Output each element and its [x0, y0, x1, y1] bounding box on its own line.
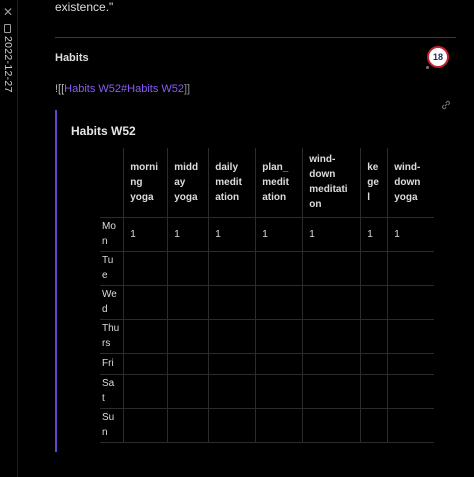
badge-count: 18	[432, 52, 443, 62]
table-cell[interactable]	[302, 250, 362, 286]
table-cell[interactable]: 1	[123, 216, 169, 252]
header-cell-empty	[100, 148, 125, 218]
table-cell[interactable]	[255, 407, 304, 443]
section-heading: Habits	[55, 52, 89, 64]
table-cell[interactable]	[360, 373, 389, 409]
divider	[55, 37, 456, 38]
table-cell[interactable]	[360, 352, 389, 375]
table-cell[interactable]	[167, 318, 210, 354]
notification-badge[interactable]: 18	[427, 46, 449, 68]
table-cell[interactable]	[208, 318, 257, 354]
table-cell[interactable]	[208, 250, 257, 286]
table-cell[interactable]	[360, 284, 389, 320]
table-cell[interactable]	[123, 284, 169, 320]
table-cell[interactable]	[167, 284, 210, 320]
table-cell[interactable]	[387, 352, 434, 375]
table-cell[interactable]	[255, 373, 304, 409]
day-cell: Fri	[100, 352, 125, 375]
header-cell: ke ge l	[360, 148, 389, 218]
day-cell: Tu e	[100, 250, 125, 286]
table-header-row: morni ng yoga midd ay yoga daily medit ation plan…	[100, 148, 434, 218]
badge-indicator	[426, 66, 429, 69]
table-cell[interactable]	[387, 318, 434, 354]
table-cell[interactable]: 1	[360, 216, 389, 252]
table-cell[interactable]	[255, 250, 304, 286]
close-icon[interactable]: ✕	[3, 6, 13, 18]
header-cell: wind-down yoga	[387, 148, 434, 218]
table-cell[interactable]	[255, 352, 304, 375]
table-cell[interactable]: 1	[167, 216, 210, 252]
table-cell[interactable]: 1	[302, 216, 362, 252]
left-rail: ✕ 2022-12-27	[0, 0, 18, 477]
table-row: Fri	[100, 352, 434, 375]
table-cell[interactable]	[167, 250, 210, 286]
table-row: Thu rs	[100, 318, 434, 354]
table-row: Tu e	[100, 250, 434, 286]
header-cell: wind-down meditati on	[302, 148, 362, 218]
table-cell[interactable]	[387, 407, 434, 443]
table-cell[interactable]	[360, 318, 389, 354]
day-cell: Su n	[100, 407, 125, 443]
table-cell[interactable]	[208, 373, 257, 409]
table-row: Mo n 1 1 1 1 1 1 1	[100, 216, 434, 252]
table-row: Su n	[100, 407, 434, 443]
table-row: We d	[100, 284, 434, 320]
table-cell[interactable]	[123, 250, 169, 286]
table-cell[interactable]	[123, 407, 169, 443]
table-cell[interactable]: 1	[387, 216, 434, 252]
table-cell[interactable]	[123, 373, 169, 409]
table-cell[interactable]	[302, 407, 362, 443]
table-cell[interactable]	[302, 318, 362, 354]
day-cell: We d	[100, 284, 125, 320]
day-cell: Thu rs	[100, 318, 125, 354]
table-cell[interactable]	[302, 284, 362, 320]
embed-close: ]]	[184, 83, 191, 95]
day-cell: Mo n	[100, 216, 125, 252]
table-cell[interactable]	[123, 352, 169, 375]
table-cell[interactable]	[302, 373, 362, 409]
embed-open: ![[	[55, 83, 65, 95]
header-cell: midd ay yoga	[167, 148, 210, 218]
embed-title: Habits W52	[71, 124, 136, 138]
table-cell[interactable]	[167, 373, 210, 409]
table-row: Sa t	[100, 373, 434, 409]
table-cell[interactable]	[208, 407, 257, 443]
table-cell[interactable]	[360, 250, 389, 286]
table-cell[interactable]	[167, 407, 210, 443]
table-cell[interactable]	[387, 373, 434, 409]
embed-link[interactable]: ![[Habits W52#Habits W52]]	[55, 83, 190, 95]
header-cell: plan_ medit ation	[255, 148, 304, 218]
table-cell[interactable]	[255, 318, 304, 354]
table-cell[interactable]: 1	[255, 216, 304, 252]
table-cell[interactable]	[387, 250, 434, 286]
table-cell[interactable]	[255, 284, 304, 320]
table-cell[interactable]	[123, 318, 169, 354]
note-date: 2022-12-27	[2, 36, 14, 93]
day-cell: Sa t	[100, 373, 125, 409]
note-text: existence."	[55, 0, 114, 14]
embed-link-text[interactable]: Habits W52#Habits W52	[64, 83, 184, 95]
habits-table: morni ng yoga midd ay yoga daily medit ation plan…	[100, 148, 434, 443]
table-cell[interactable]: 1	[208, 216, 257, 252]
table-cell[interactable]	[167, 352, 210, 375]
table-cell[interactable]	[387, 284, 434, 320]
table-cell[interactable]	[302, 352, 362, 375]
header-cell: daily medit ation	[208, 148, 257, 218]
file-icon[interactable]	[4, 24, 11, 33]
table-cell[interactable]	[360, 407, 389, 443]
table-cell[interactable]	[208, 352, 257, 375]
table-cell[interactable]	[208, 284, 257, 320]
header-cell: morni ng yoga	[123, 148, 169, 218]
